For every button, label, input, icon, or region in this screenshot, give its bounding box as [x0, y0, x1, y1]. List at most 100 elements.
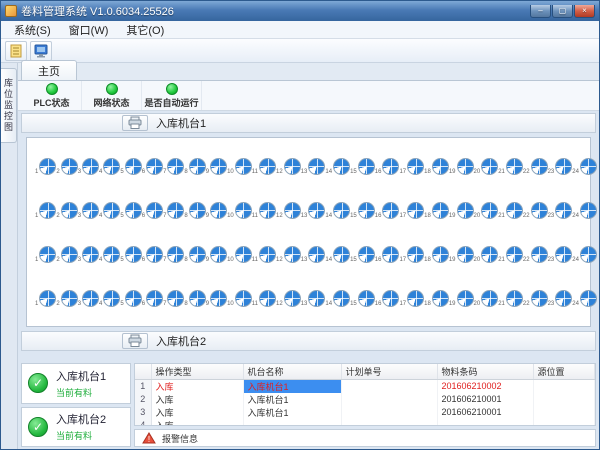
minimize-button[interactable]: –	[530, 5, 551, 18]
task-grid[interactable]: 操作类型 机台名称 计划单号 物料条码 源位置 1入库入库机台120160621…	[134, 363, 596, 426]
slot-indicator[interactable]: 24	[572, 158, 597, 175]
slot-indicator[interactable]: 5	[120, 202, 141, 219]
slot-indicator[interactable]: 12	[276, 290, 301, 307]
slot-indicator[interactable]: 15	[350, 202, 375, 219]
cell-material-barcode[interactable]	[437, 419, 533, 427]
slot-indicator[interactable]: 8	[184, 246, 205, 263]
cell-operation-type[interactable]: 入库	[151, 419, 243, 427]
slot-indicator[interactable]: 4	[99, 290, 120, 307]
slot-indicator[interactable]: 17	[399, 158, 424, 175]
maximize-button[interactable]: ▢	[552, 5, 573, 18]
table-row[interactable]: 4入库	[135, 419, 595, 427]
slot-indicator[interactable]: 1	[35, 158, 56, 175]
slot-indicator[interactable]: 6	[142, 158, 163, 175]
slot-indicator[interactable]: 11	[252, 158, 276, 175]
slot-indicator[interactable]: 4	[99, 246, 120, 263]
cell-machine-name[interactable]: 入库机台1	[243, 406, 341, 419]
cell-plan-no[interactable]	[341, 379, 437, 393]
table-row[interactable]: 3入库入库机台1201606210001	[135, 406, 595, 419]
cell-operation-type[interactable]: 入库	[151, 379, 243, 393]
slot-indicator[interactable]: 23	[548, 202, 573, 219]
cell-source-location[interactable]	[533, 419, 595, 427]
slot-indicator[interactable]: 5	[120, 290, 141, 307]
slot-indicator[interactable]: 20	[474, 158, 499, 175]
slot-indicator[interactable]: 7	[163, 202, 184, 219]
slot-indicator[interactable]: 18	[424, 202, 449, 219]
slot-indicator[interactable]: 24	[572, 246, 597, 263]
cell-machine-name[interactable]: 入库机台1	[243, 379, 341, 393]
cell-machine-name[interactable]	[243, 419, 341, 427]
slot-indicator[interactable]: 14	[325, 202, 350, 219]
slot-indicator[interactable]: 16	[375, 246, 400, 263]
slot-indicator[interactable]: 8	[184, 202, 205, 219]
slot-indicator[interactable]: 5	[120, 246, 141, 263]
slot-indicator[interactable]: 3	[78, 158, 99, 175]
slot-indicator[interactable]: 21	[498, 246, 523, 263]
cell-source-location[interactable]	[533, 393, 595, 406]
slot-indicator[interactable]: 2	[56, 290, 77, 307]
row-seq[interactable]: 1	[135, 379, 151, 393]
slot-indicator[interactable]: 24	[572, 290, 597, 307]
slot-indicator[interactable]: 12	[276, 158, 301, 175]
slot-indicator[interactable]: 17	[399, 202, 424, 219]
menu-other[interactable]: 其它(O)	[117, 21, 173, 39]
cell-machine-name[interactable]: 入库机台1	[243, 393, 341, 406]
slot-indicator[interactable]: 19	[449, 290, 474, 307]
slot-indicator[interactable]: 22	[523, 158, 548, 175]
cell-plan-no[interactable]	[341, 419, 437, 427]
slot-indicator[interactable]: 9	[206, 246, 227, 263]
machine2-status-card[interactable]: ✓ 入库机台2 当前有料	[21, 407, 131, 448]
cell-source-location[interactable]	[533, 379, 595, 393]
slot-indicator[interactable]: 11	[252, 246, 276, 263]
slot-indicator[interactable]: 9	[206, 290, 227, 307]
slot-indicator[interactable]: 3	[78, 246, 99, 263]
slot-indicator[interactable]: 22	[523, 290, 548, 307]
col-machine-name[interactable]: 机台名称	[243, 364, 341, 379]
row-seq[interactable]: 4	[135, 419, 151, 427]
slot-indicator[interactable]: 14	[325, 246, 350, 263]
slot-indicator[interactable]: 22	[523, 202, 548, 219]
slot-indicator[interactable]: 13	[301, 246, 326, 263]
slot-indicator[interactable]: 7	[163, 246, 184, 263]
menu-window[interactable]: 窗口(W)	[60, 21, 118, 39]
cell-operation-type[interactable]: 入库	[151, 406, 243, 419]
col-source-location[interactable]: 源位置	[533, 364, 595, 379]
slot-indicator[interactable]: 7	[163, 158, 184, 175]
slot-indicator[interactable]: 21	[498, 202, 523, 219]
slot-indicator[interactable]: 10	[227, 158, 252, 175]
machine1-print-button[interactable]	[122, 115, 148, 131]
cell-material-barcode[interactable]: 201606210001	[437, 393, 533, 406]
slot-indicator[interactable]: 9	[206, 158, 227, 175]
slot-indicator[interactable]: 8	[184, 158, 205, 175]
slot-indicator[interactable]: 13	[301, 202, 326, 219]
slot-indicator[interactable]: 1	[35, 290, 56, 307]
cell-material-barcode[interactable]: 201606210002	[437, 379, 533, 393]
col-seq[interactable]	[135, 364, 151, 379]
slot-indicator[interactable]: 23	[548, 290, 573, 307]
title-bar[interactable]: 卷料管理系统 V1.0.6034.25526 – ▢ ×	[1, 1, 599, 21]
slot-indicator[interactable]: 1	[35, 246, 56, 263]
slot-indicator[interactable]: 2	[56, 202, 77, 219]
slot-indicator[interactable]: 20	[474, 246, 499, 263]
slot-indicator[interactable]: 6	[142, 290, 163, 307]
row-seq[interactable]: 2	[135, 393, 151, 406]
slot-indicator[interactable]: 2	[56, 246, 77, 263]
log-button[interactable]	[5, 41, 27, 61]
menu-system[interactable]: 系统(S)	[5, 21, 60, 39]
cell-operation-type[interactable]: 入库	[151, 393, 243, 406]
side-tab-location-monitor[interactable]: 库位监控图	[1, 68, 17, 143]
cell-plan-no[interactable]	[341, 393, 437, 406]
slot-indicator[interactable]: 4	[99, 202, 120, 219]
slot-indicator[interactable]: 1	[35, 202, 56, 219]
slot-indicator[interactable]: 23	[548, 246, 573, 263]
slot-indicator[interactable]: 2	[56, 158, 77, 175]
slot-indicator[interactable]: 5	[120, 158, 141, 175]
slot-indicator[interactable]: 22	[523, 246, 548, 263]
slot-indicator[interactable]: 6	[142, 202, 163, 219]
slot-indicator[interactable]: 19	[449, 158, 474, 175]
slot-indicator[interactable]: 15	[350, 246, 375, 263]
slot-indicator[interactable]: 19	[449, 202, 474, 219]
machine2-print-button[interactable]	[122, 333, 148, 349]
slot-indicator[interactable]: 12	[276, 246, 301, 263]
slot-indicator[interactable]: 14	[325, 158, 350, 175]
